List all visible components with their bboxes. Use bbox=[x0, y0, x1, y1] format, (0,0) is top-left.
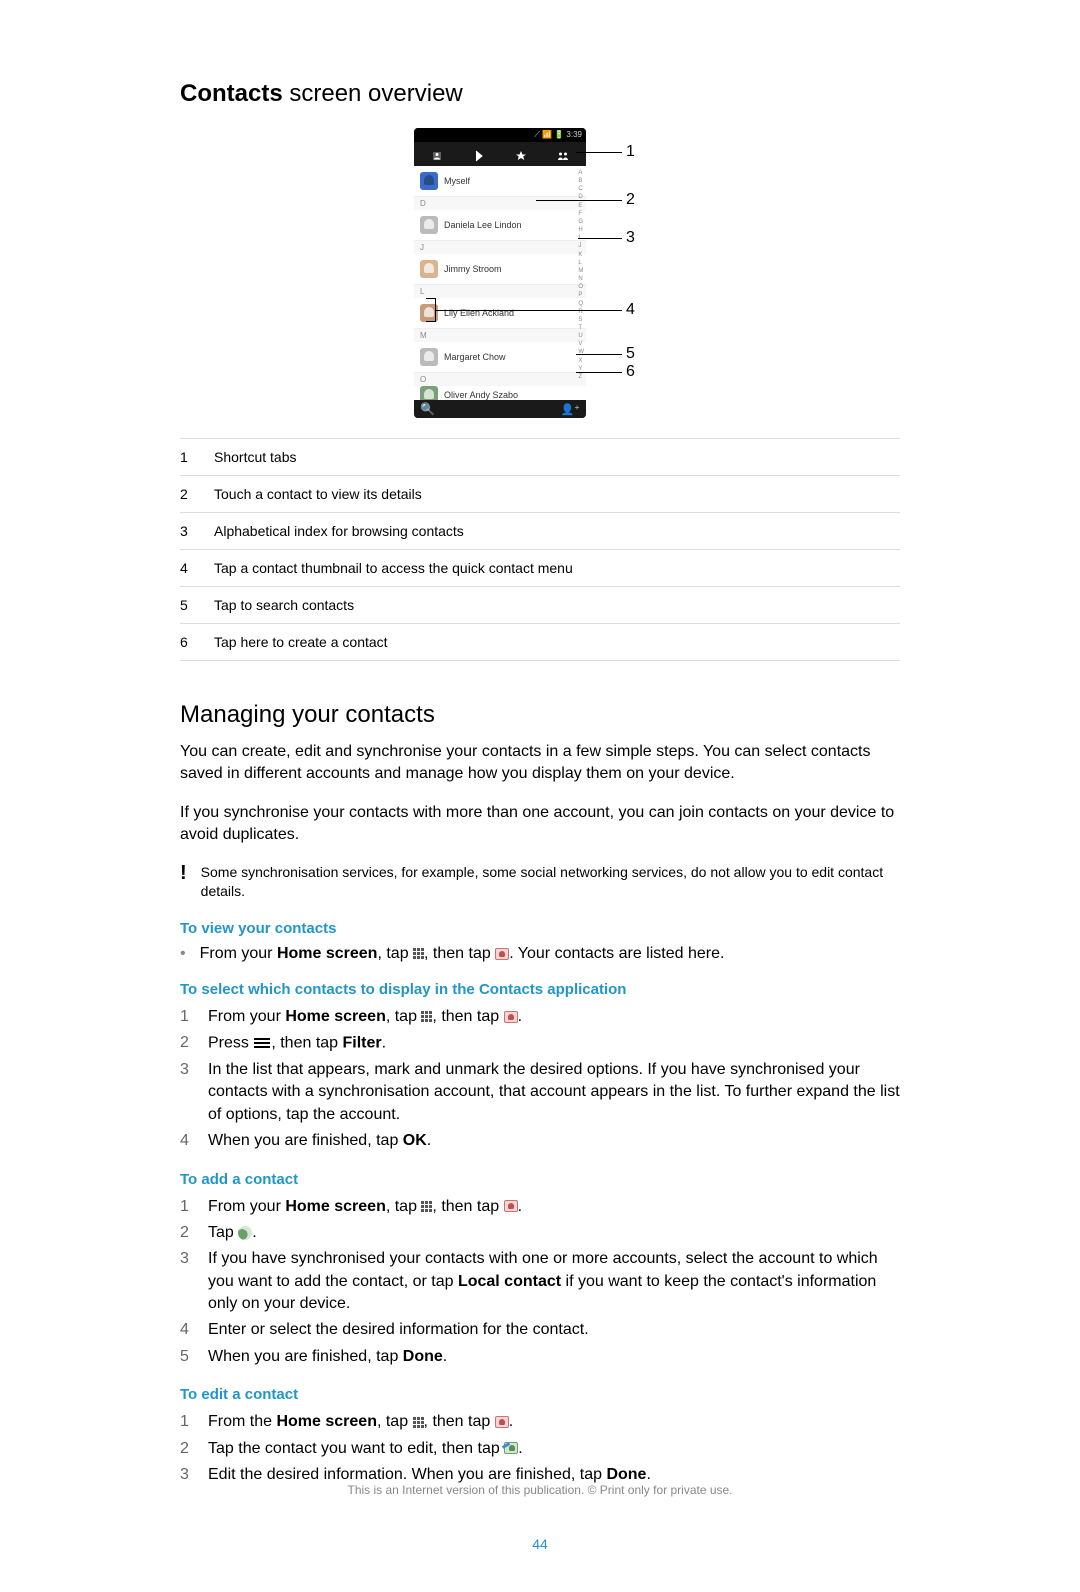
section-d: D bbox=[414, 197, 586, 210]
edit-contact-icon bbox=[504, 1442, 518, 1454]
phone-shortcut-tabs bbox=[414, 142, 586, 166]
exclamation-icon: ! bbox=[180, 863, 187, 902]
view-step: • From your Home screen, tap , then tap … bbox=[180, 945, 900, 963]
apps-grid-icon bbox=[421, 1011, 432, 1022]
section-j: J bbox=[414, 241, 586, 254]
edit-step: 2 Tap the contact you want to edit, then… bbox=[180, 1438, 900, 1460]
tab-contacts-icon bbox=[416, 146, 458, 166]
contact-row: Oliver Andy Szabo bbox=[414, 386, 586, 400]
myself-label: Myself bbox=[444, 176, 470, 186]
apps-grid-icon bbox=[413, 1417, 424, 1428]
contact-myself-row: Myself bbox=[414, 166, 586, 197]
contact-row: Jimmy Stroom bbox=[414, 254, 586, 285]
important-note: ! Some synchronisation services, for exa… bbox=[180, 863, 900, 902]
alpha-index: ABCDEFGHIJKLMNOPQRSTUVWXYZ bbox=[578, 166, 584, 384]
menu-button-icon bbox=[253, 1032, 271, 1054]
footer-copyright: This is an Internet version of this publ… bbox=[0, 1483, 1080, 1497]
legend-table: 1Shortcut tabs 2Touch a contact to view … bbox=[180, 438, 900, 661]
callout-3: 3 bbox=[626, 229, 635, 247]
avatar-myself bbox=[420, 172, 438, 190]
legend-row: 6Tap here to create a contact bbox=[180, 623, 900, 661]
avatar bbox=[420, 260, 438, 278]
subhead-view: To view your contacts bbox=[180, 920, 900, 937]
add-step: 1 From your Home screen, tap , then tap … bbox=[180, 1196, 900, 1218]
legend-row: 5Tap to search contacts bbox=[180, 586, 900, 623]
legend-row: 2Touch a contact to view its details bbox=[180, 475, 900, 512]
add-step: 2 Tap . bbox=[180, 1222, 900, 1244]
contact-name: Margaret Chow bbox=[444, 352, 506, 362]
legend-row: 3Alphabetical index for browsing contact… bbox=[180, 512, 900, 549]
avatar bbox=[420, 386, 438, 400]
select-step: 4 When you are finished, tap OK. bbox=[180, 1130, 900, 1152]
edit-step: 1 From the Home screen, tap , then tap . bbox=[180, 1411, 900, 1433]
callout-6: 6 bbox=[626, 363, 635, 381]
contacts-app-icon bbox=[495, 1416, 509, 1428]
contact-name: Jimmy Stroom bbox=[444, 264, 502, 274]
page-number: 44 bbox=[180, 1536, 900, 1552]
tab-favorites-icon bbox=[500, 146, 542, 166]
contact-row: Margaret Chow bbox=[414, 342, 586, 373]
contacts-app-icon bbox=[504, 1011, 518, 1023]
note-text: Some synchronisation services, for examp… bbox=[201, 863, 900, 902]
heading-bold: Contacts bbox=[180, 80, 283, 107]
legend-row: 1Shortcut tabs bbox=[180, 438, 900, 475]
add-contact-icon bbox=[238, 1226, 252, 1240]
select-step: 2 Press , then tap Filter. bbox=[180, 1032, 900, 1055]
add-contact-icon: 👤⁺ bbox=[560, 403, 580, 416]
para-intro-1: You can create, edit and synchronise you… bbox=[180, 741, 900, 786]
avatar bbox=[420, 216, 438, 234]
contact-row: Daniela Lee Lindon bbox=[414, 210, 586, 241]
section-o: O bbox=[414, 373, 586, 386]
managing-contacts-heading: Managing your contacts bbox=[180, 701, 900, 729]
apps-grid-icon bbox=[421, 1201, 432, 1212]
contact-name: Oliver Andy Szabo bbox=[444, 390, 518, 400]
tab-recent-icon bbox=[458, 146, 500, 166]
phone-status-bar: ⟋ 📶 🔋 3:39 bbox=[414, 128, 586, 142]
section-l: L bbox=[414, 285, 586, 298]
add-step: 5 When you are finished, tap Done. bbox=[180, 1346, 900, 1368]
subhead-select: To select which contacts to display in t… bbox=[180, 981, 900, 998]
legend-row: 4Tap a contact thumbnail to access the q… bbox=[180, 549, 900, 586]
callout-2: 2 bbox=[626, 191, 635, 209]
callout-1: 1 bbox=[626, 143, 635, 161]
contacts-overview-heading: Contacts screen overview bbox=[180, 80, 900, 108]
avatar bbox=[420, 348, 438, 366]
contact-name: Daniela Lee Lindon bbox=[444, 220, 522, 230]
callout-5: 5 bbox=[626, 345, 635, 363]
select-step: 3 In the list that appears, mark and unm… bbox=[180, 1059, 900, 1126]
contacts-app-icon bbox=[495, 948, 509, 960]
subhead-add: To add a contact bbox=[180, 1171, 900, 1188]
search-icon: 🔍 bbox=[420, 402, 435, 416]
apps-grid-icon bbox=[413, 948, 424, 959]
tab-groups-icon bbox=[542, 146, 584, 166]
subhead-edit: To edit a contact bbox=[180, 1386, 900, 1403]
heading-rest: screen overview bbox=[283, 80, 463, 107]
callout-4: 4 bbox=[626, 301, 635, 319]
add-step: 4 Enter or select the desired informatio… bbox=[180, 1319, 900, 1341]
para-intro-2: If you synchronise your contacts with mo… bbox=[180, 802, 900, 847]
section-m: M bbox=[414, 329, 586, 342]
contact-row: Lily Ellen Ackland bbox=[414, 298, 586, 329]
select-step: 1 From your Home screen, tap , then tap … bbox=[180, 1006, 900, 1028]
contacts-app-icon bbox=[504, 1200, 518, 1212]
bullet-icon: • bbox=[180, 945, 186, 963]
phone-illustration: ⟋ 📶 🔋 3:39 Myself D Daniela Lee Li bbox=[180, 128, 900, 418]
add-step: 3 If you have synchronised your contacts… bbox=[180, 1248, 900, 1315]
